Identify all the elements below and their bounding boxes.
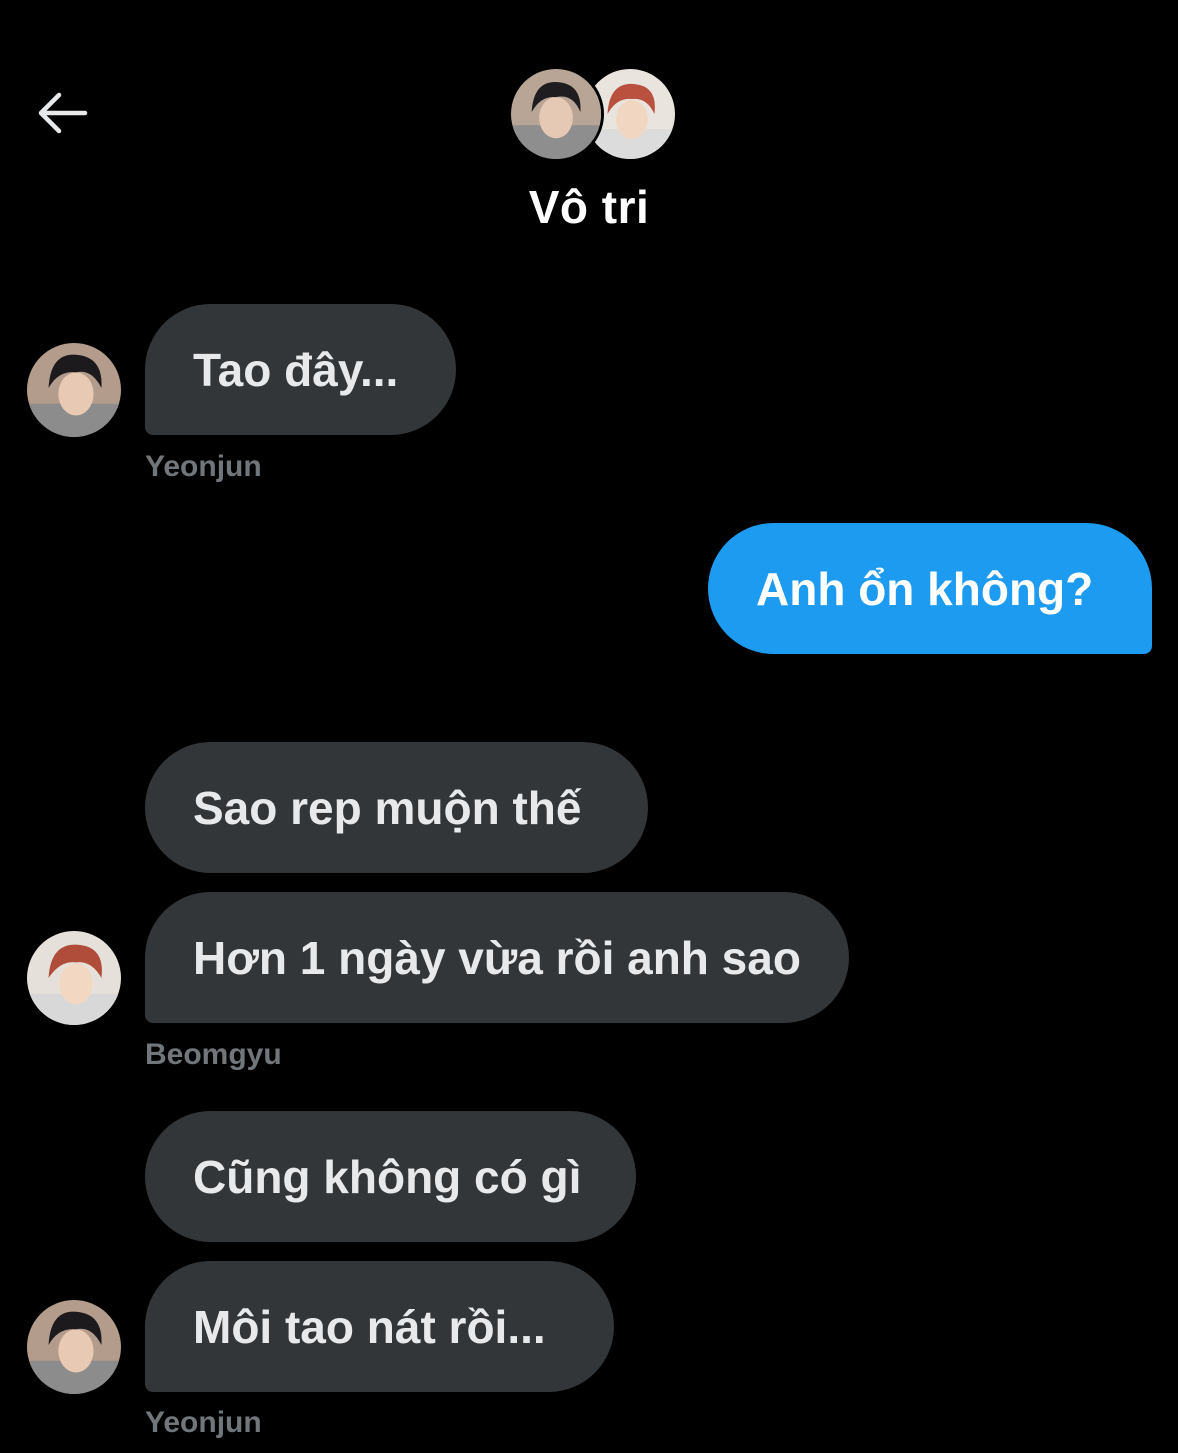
avatar-yeonjun[interactable] (27, 1300, 121, 1394)
message-bubble[interactable]: Sao rep muộn thế (145, 742, 648, 873)
message-text: Tao đây... (193, 343, 399, 396)
message-bubble[interactable]: Môi tao nát rồi... (145, 1261, 614, 1392)
avatar-beomgyu[interactable] (27, 931, 121, 1025)
message-text: Sao rep muộn thế (193, 781, 582, 834)
message-text: Hơn 1 ngày vừa rồi anh sao (193, 931, 801, 984)
message-bubble[interactable]: Tao đây... (145, 304, 456, 435)
back-arrow-icon (38, 92, 88, 134)
back-button[interactable] (30, 86, 92, 140)
sender-name: Yeonjun (145, 1406, 262, 1439)
message-bubble-outgoing[interactable]: Anh ổn không? (708, 523, 1152, 654)
sender-name: Yeonjun (145, 450, 262, 483)
message-text: Môi tao nát rồi... (193, 1300, 546, 1353)
group-avatar-stack[interactable] (508, 66, 678, 164)
message-text: Cũng không có gì (193, 1150, 582, 1203)
sender-name: Beomgyu (145, 1038, 282, 1071)
message-text: Anh ổn không? (756, 562, 1094, 615)
avatar-yeonjun-group (508, 66, 604, 162)
message-bubble[interactable]: Cũng không có gì (145, 1111, 636, 1242)
message-bubble[interactable]: Hơn 1 ngày vừa rồi anh sao (145, 892, 849, 1023)
conversation-title[interactable]: Vô tri (0, 180, 1178, 234)
avatar-yeonjun[interactable] (27, 343, 121, 437)
